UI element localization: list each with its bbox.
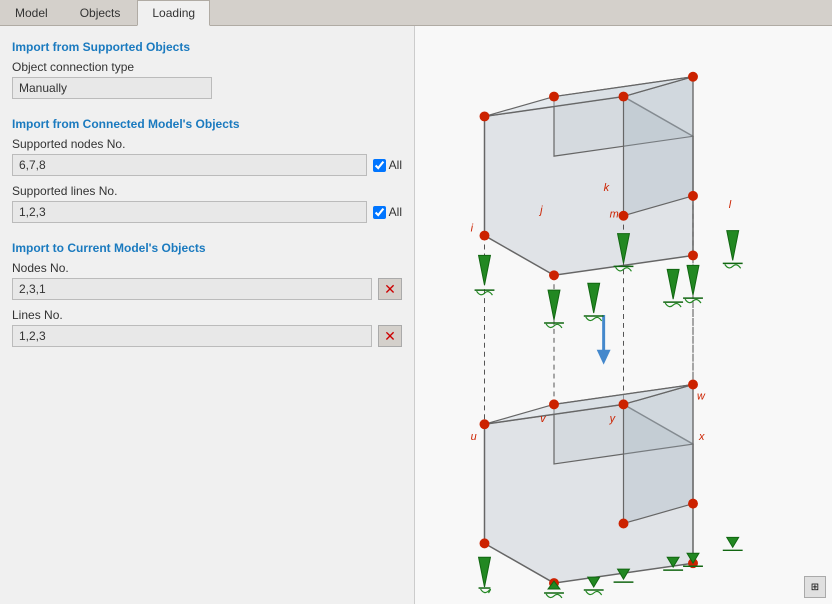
content-area: Import from Supported Objects Object con…	[0, 26, 832, 604]
svg-text:u: u	[471, 431, 477, 443]
zoom-fit-icon: ⊞	[811, 582, 819, 593]
supported-lines-all-checkbox-label[interactable]: All	[373, 205, 402, 219]
supported-lines-row: All	[12, 201, 402, 223]
clear-nodes-button[interactable]: ✕	[378, 278, 402, 300]
right-panel: i j k l m u v w x y ⊞	[415, 26, 832, 604]
current-nodes-label: Nodes No.	[12, 261, 402, 275]
tab-bar: Model Objects Loading	[0, 0, 832, 26]
current-lines-input[interactable]	[12, 325, 372, 347]
current-lines-row: ✕	[12, 325, 402, 347]
section2-title: Import from Connected Model's Objects	[12, 117, 402, 131]
supported-nodes-all-checkbox[interactable]	[373, 159, 386, 172]
supported-lines-all-checkbox[interactable]	[373, 206, 386, 219]
supported-nodes-label: Supported nodes No.	[12, 137, 402, 151]
current-nodes-input[interactable]	[12, 278, 372, 300]
supported-lines-input[interactable]	[12, 201, 367, 223]
supported-nodes-input[interactable]	[12, 154, 367, 176]
bottom-toolbar: ⊞	[804, 576, 826, 598]
tab-objects[interactable]: Objects	[65, 0, 136, 25]
connection-type-label: Object connection type	[12, 60, 402, 74]
main-container: Model Objects Loading Import from Suppor…	[0, 0, 832, 604]
current-nodes-row: ✕	[12, 278, 402, 300]
section1-title: Import from Supported Objects	[12, 40, 402, 54]
supported-nodes-row: All	[12, 154, 402, 176]
clear-lines-icon: ✕	[384, 328, 396, 345]
clear-nodes-icon: ✕	[384, 281, 396, 298]
connection-type-input[interactable]	[12, 77, 212, 99]
tab-model[interactable]: Model	[0, 0, 63, 25]
clear-lines-button[interactable]: ✕	[378, 325, 402, 347]
svg-text:v: v	[540, 413, 546, 425]
supported-lines-all-label: All	[389, 205, 402, 219]
supported-nodes-all-checkbox-label[interactable]: All	[373, 158, 402, 172]
tab-loading[interactable]: Loading	[137, 0, 210, 26]
zoom-fit-button[interactable]: ⊞	[804, 576, 826, 598]
svg-text:m: m	[610, 209, 619, 221]
supported-nodes-all-label: All	[389, 158, 402, 172]
svg-text:x: x	[698, 431, 705, 443]
viewport: i j k l m u v w x y ⊞	[415, 26, 832, 604]
svg-text:w: w	[697, 390, 706, 402]
left-panel: Import from Supported Objects Object con…	[0, 26, 415, 604]
section3-title: Import to Current Model's Objects	[12, 241, 402, 255]
connection-type-row	[12, 77, 402, 99]
svg-text:k: k	[604, 182, 610, 194]
supported-lines-label: Supported lines No.	[12, 184, 402, 198]
current-lines-label: Lines No.	[12, 308, 402, 322]
svg-text:y: y	[609, 413, 616, 425]
structure-diagram: i j k l m u v w x y	[415, 26, 832, 604]
